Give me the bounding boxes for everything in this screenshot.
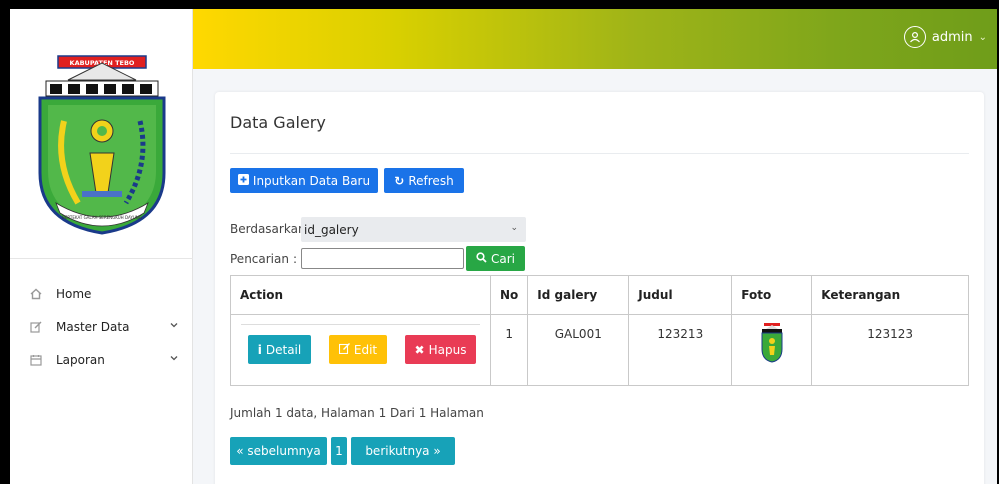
add-data-label: Inputkan Data Baru [252,173,371,188]
delete-button[interactable]: ✖ Hapus [405,335,476,364]
sidebar-item-laporan[interactable]: Laporan [10,343,193,376]
filter-by-label: Berdasarkan: [230,222,310,236]
logo-motto: BERTEKAT GALAH SERENGKUH DAYUNG [62,215,142,220]
page-title: Data Galery [230,113,326,132]
search-label: Pencarian [230,252,289,266]
plus-square-icon [237,173,249,188]
detail-label: Detail [265,342,302,357]
column-header: Id galery [527,275,630,315]
edit-label: Edit [353,342,378,357]
column-header: Keterangan [811,275,969,315]
search-input[interactable] [301,248,464,269]
column-header: Foto [731,275,813,315]
refresh-button[interactable]: ↻ Refresh [384,168,464,193]
refresh-icon: ↻ [394,173,405,188]
prev-page-button[interactable]: « sebelumnya [230,437,327,465]
detail-button[interactable]: i Detail [248,335,311,364]
close-icon: ✖ [414,342,425,357]
pagination-summary: Jumlah 1 data, Halaman 1 Dari 1 Halaman [230,406,484,420]
column-header: Action [230,275,491,315]
cell-foto [731,314,813,386]
filter-by-value: id_galery [304,222,359,237]
top-navbar: admin ⌄ [193,9,997,69]
sidebar-nav: Home Master Data Laporan [10,277,193,376]
data-table: Action No Id galery Judul Foto Keteranga… [230,275,969,386]
table-row: i Detail Edit ✖ Hapus 1 GAL001 123213 12… [230,314,969,386]
cell-no: 1 [489,314,529,386]
chevron-down-icon: ⌄ [510,223,518,233]
sidebar-item-label: Home [56,286,92,301]
username: admin [931,29,973,45]
divider [230,153,969,154]
sidebar: KABUPATEN TEBO [10,9,193,484]
app-window: KABUPATEN TEBO [10,9,997,484]
delete-label: Hapus [428,342,467,357]
sidebar-item-label: Laporan [56,352,105,367]
search-button[interactable]: Cari [466,246,525,271]
search-icon [476,251,487,266]
filter-by-select[interactable]: id_galery ⌄ [301,217,526,242]
column-header: No [489,275,529,315]
edit-icon [338,342,350,357]
gallery-thumbnail-image [761,323,783,363]
edit-button[interactable]: Edit [329,335,387,364]
main-card: Data Galery Inputkan Data Baru ↻ Refresh… [215,92,984,484]
action-cell: i Detail Edit ✖ Hapus [230,314,491,386]
kabupaten-tebo-logo: KABUPATEN TEBO [38,55,166,235]
divider [241,324,480,325]
search-colon: : [293,252,298,266]
edit-icon [30,321,42,333]
calendar-icon [30,354,42,366]
logo-area: KABUPATEN TEBO [10,9,193,259]
user-avatar-icon [903,26,926,48]
info-icon: i [257,342,262,357]
home-icon [30,288,42,300]
cell-judul: 123213 [628,314,733,386]
cell-keterangan: 123123 [811,314,969,386]
cell-id-galery: GAL001 [527,314,630,386]
chevron-down-icon: ⌄ [978,31,987,43]
column-header: Judul [628,275,733,315]
sidebar-item-home[interactable]: Home [10,277,193,310]
search-button-label: Cari [491,251,515,266]
chevron-down-icon [170,356,178,361]
next-page-button[interactable]: berikutnya » [351,437,455,465]
add-data-button[interactable]: Inputkan Data Baru [230,168,378,193]
table-header-row: Action No Id galery Judul Foto Keteranga… [230,275,969,315]
sidebar-item-label: Master Data [56,319,130,334]
current-page-button[interactable]: 1 [331,437,347,465]
user-menu[interactable]: admin ⌄ [903,26,987,48]
sidebar-item-master-data[interactable]: Master Data [10,310,193,343]
chevron-down-icon [170,323,178,328]
refresh-label: Refresh [408,173,454,188]
